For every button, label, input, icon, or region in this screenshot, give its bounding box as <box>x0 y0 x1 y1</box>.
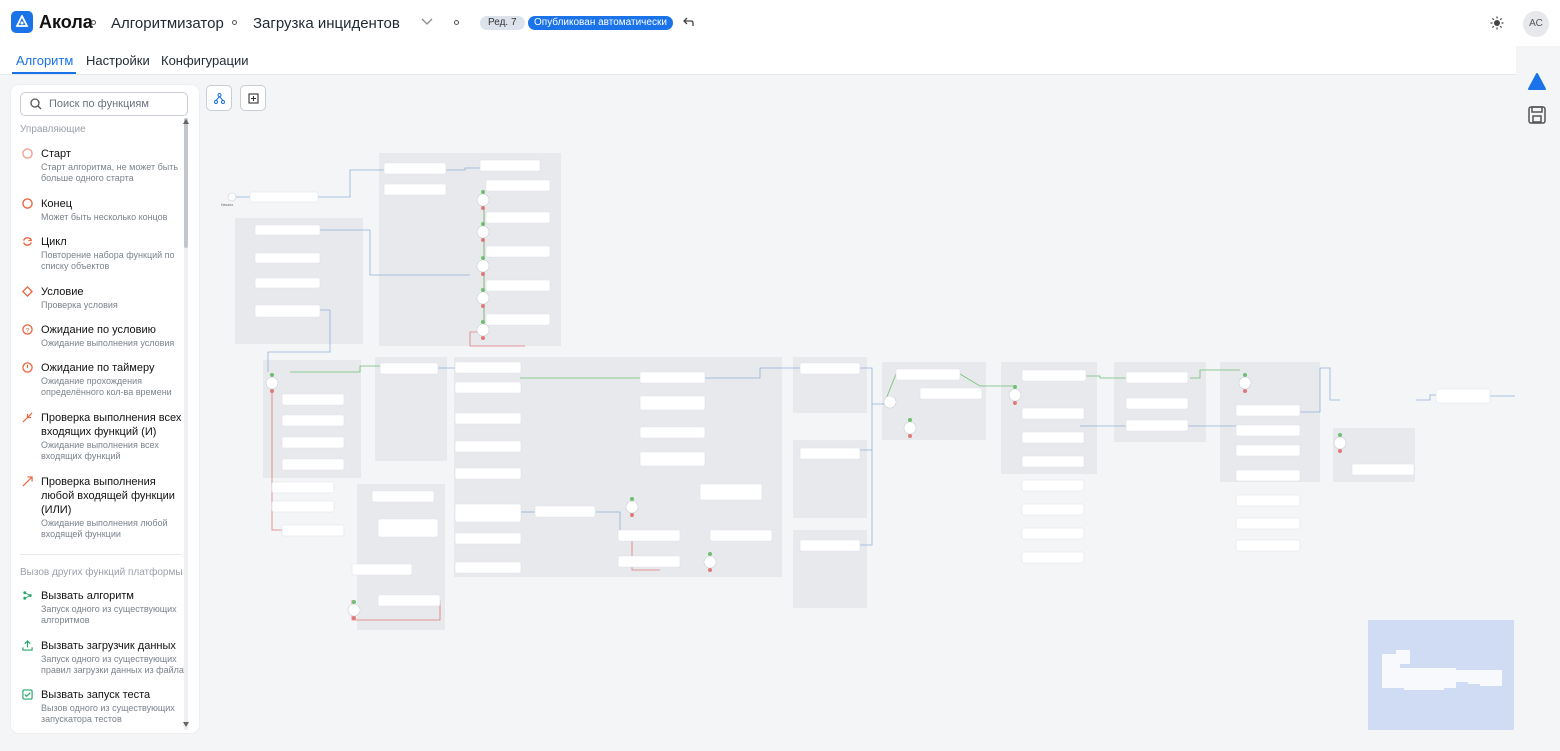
join-any-icon <box>22 476 33 487</box>
timer-icon <box>22 362 33 373</box>
chevron-down-icon[interactable] <box>421 18 433 26</box>
section-divider <box>20 554 181 555</box>
call-loader-icon <box>22 640 33 651</box>
condition-icon <box>22 286 33 297</box>
user-avatar[interactable]: АС <box>1523 11 1549 37</box>
theme-toggle-sun-icon[interactable] <box>1490 16 1504 30</box>
canvas-minimap[interactable] <box>1368 620 1514 730</box>
save-icon[interactable] <box>1527 105 1547 125</box>
status-badge: Опубликован автоматически <box>528 16 673 30</box>
tab-configurations[interactable]: Конфигурации <box>161 53 248 68</box>
section-title-calls: Вызов других функций платформы <box>20 567 183 578</box>
breadcrumb-separator <box>91 20 96 25</box>
search-placeholder: Поиск по функциям <box>49 98 149 110</box>
brand-name[interactable]: Акола <box>39 12 93 33</box>
breadcrumb-separator <box>454 20 459 25</box>
breadcrumb-current-algorithm: Загрузка инцидентов <box>253 15 400 32</box>
undo-icon[interactable] <box>682 16 695 28</box>
function-palette: Поиск по функциям Управляющие Старт Стар… <box>11 85 199 733</box>
tab-bar: Алгоритм Настройки Конфигурации <box>0 46 1516 75</box>
scroll-down-arrow-icon[interactable] <box>183 722 189 727</box>
group-backgrounds <box>235 153 1415 630</box>
section-title-control: Управляющие <box>20 124 86 135</box>
active-tab-indicator <box>12 72 76 74</box>
end-icon <box>22 198 33 209</box>
start-node-label: Начало <box>221 203 233 207</box>
scroll-up-arrow-icon[interactable] <box>183 119 189 124</box>
minimap-graph <box>1382 650 1502 690</box>
version-badge: Ред. 7 <box>480 16 525 30</box>
run-algorithm-icon[interactable] <box>1527 72 1547 92</box>
start-icon <box>22 148 33 159</box>
algorithm-canvas[interactable]: Начало <box>200 76 1516 744</box>
svg-text:?: ? <box>26 327 30 334</box>
wait-condition-icon: ? <box>22 324 33 335</box>
call-algorithm-icon <box>23 591 32 600</box>
tab-settings[interactable]: Настройки <box>86 53 150 68</box>
call-test-icon <box>22 689 33 700</box>
palette-scrollbar-thumb[interactable] <box>184 118 188 248</box>
top-bar: Акола Алгоритмизатор Загрузка инцидентов… <box>0 0 1560 46</box>
breadcrumb-separator <box>232 20 237 25</box>
akola-logo-icon[interactable] <box>11 11 33 33</box>
breadcrumb-algorithmizer[interactable]: Алгоритмизатор <box>111 15 224 32</box>
tab-algorithm[interactable]: Алгоритм <box>16 53 73 68</box>
loop-icon <box>23 237 32 246</box>
search-input[interactable]: Поиск по функциям <box>20 92 188 116</box>
search-icon <box>30 98 42 110</box>
join-all-icon <box>22 412 33 423</box>
